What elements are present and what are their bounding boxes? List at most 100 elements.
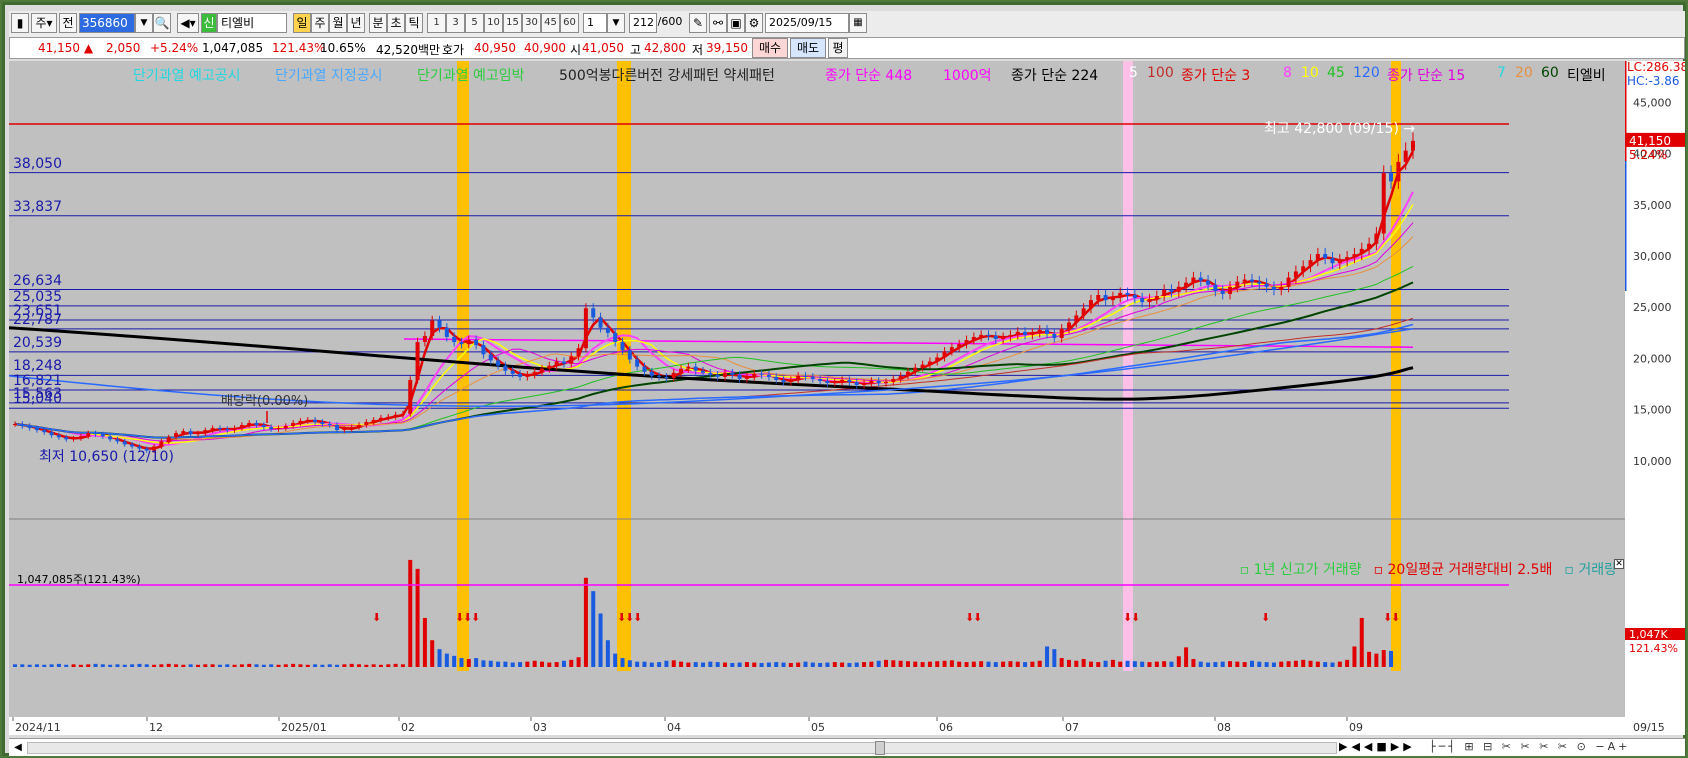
save-icon[interactable]: ▣ xyxy=(727,13,745,33)
candle xyxy=(935,357,940,362)
volume-bar xyxy=(744,662,749,667)
volume-bar xyxy=(1249,660,1254,667)
volume-bar xyxy=(620,658,625,667)
interval-3-button[interactable]: 3 xyxy=(446,13,465,33)
playback-controls[interactable]: ▶◀◀■▶▶ xyxy=(1339,740,1416,753)
buy-button[interactable]: 매수 xyxy=(752,38,788,58)
tab-year[interactable]: 년 xyxy=(347,13,365,33)
volume-signal-arrow: ⬇ xyxy=(372,611,381,624)
tab-minute[interactable]: 분 xyxy=(369,13,387,33)
candle xyxy=(1374,233,1379,244)
scrollbar[interactable]: ◀ ▶◀◀■▶▶ ├─┤ ⊞ ⊟ ✂ ✂ ✂ ✂ ⊙ −A+ xyxy=(9,738,1685,756)
date-input[interactable]: 2025/09/15 xyxy=(765,13,849,33)
scroll-track[interactable] xyxy=(27,742,1337,754)
stock-code-input[interactable]: 356860 xyxy=(79,13,135,33)
settings-icon[interactable]: ⚙ xyxy=(745,13,763,33)
volume-bar xyxy=(408,559,413,667)
calendar-icon[interactable]: ▦ xyxy=(849,13,867,33)
volume-bar xyxy=(774,662,779,667)
tab-week[interactable]: 주 xyxy=(311,13,329,33)
chart-icon[interactable]: ▮ xyxy=(11,13,29,33)
volume-signal-arrow: ⬇ xyxy=(471,611,480,624)
candle xyxy=(1001,336,1006,339)
volume-bar xyxy=(71,664,76,667)
candle xyxy=(979,334,984,337)
volume-bar xyxy=(1037,660,1042,667)
candle xyxy=(876,380,881,384)
volume-ratio: 121.43% xyxy=(272,41,326,55)
x-tick-label: 2025/01 xyxy=(281,721,327,734)
interval-dropdown-icon[interactable]: ▼ xyxy=(607,13,625,33)
speaker-icon[interactable]: ◀▾ xyxy=(177,13,199,33)
tab-day[interactable]: 일 xyxy=(293,13,311,33)
candle xyxy=(64,437,69,440)
tab-month[interactable]: 월 xyxy=(329,13,347,33)
volume-bar xyxy=(788,662,793,667)
volume-bar xyxy=(971,661,976,667)
legend-item: 종가 단순 15 xyxy=(1387,68,1466,84)
interval-15-button[interactable]: 15 xyxy=(503,13,522,33)
tab-tick[interactable]: 틱 xyxy=(405,13,423,33)
candle xyxy=(1206,280,1211,285)
legend-item: 60 xyxy=(1541,65,1559,81)
volume-bar xyxy=(20,664,25,667)
count-input[interactable]: 212 xyxy=(629,13,657,33)
stock-name-field[interactable]: 티엘비 xyxy=(217,13,287,33)
volume-bar xyxy=(1074,660,1079,667)
prefix-button[interactable]: 전 xyxy=(59,13,77,33)
market-select[interactable]: 주▾ xyxy=(31,13,57,33)
interval-10-button[interactable]: 10 xyxy=(484,13,503,33)
candle xyxy=(627,350,632,360)
candle xyxy=(927,361,932,365)
volume-bar xyxy=(803,661,808,667)
compare-tool-icon[interactable]: ⚯ xyxy=(709,13,727,33)
sell-button[interactable]: 매도 xyxy=(790,38,826,58)
volume-signal-arrow: ⬇ xyxy=(973,611,982,624)
candle xyxy=(313,419,318,422)
candle xyxy=(905,371,910,376)
dropdown-icon[interactable]: ▼ xyxy=(135,13,153,33)
candle xyxy=(452,336,457,343)
candle xyxy=(1352,254,1357,258)
candle xyxy=(254,422,259,425)
average-button[interactable]: 평 xyxy=(828,38,848,58)
interval-45-button[interactable]: 45 xyxy=(541,13,560,33)
candle xyxy=(788,379,793,382)
candle xyxy=(481,345,486,355)
axis-svg: LC:286.38HC:-3.8645,00040,00035,00030,00… xyxy=(1623,60,1688,655)
candle xyxy=(1191,277,1196,283)
interval-60-button[interactable]: 60 xyxy=(560,13,579,33)
candle xyxy=(13,423,17,425)
chart-area[interactable]: ⬇ ⬇ ⬇ ⬇ ⬇ ⬇ ⬇ ⬇ ⬇ ⬇ ⬇ ⬇ ⬇ ⬇ 최고 42,800 (09/15) → 최저 10,6… xyxy=(8,61,1625,717)
interval-30-button[interactable]: 30 xyxy=(522,13,541,33)
interval-1-button[interactable]: 1 xyxy=(427,13,446,33)
volume-bar xyxy=(664,660,669,667)
candle xyxy=(430,320,435,336)
zoom-controls[interactable]: ├─┤ ⊞ ⊟ ✂ ✂ ✂ ✂ ⊙ −A+ xyxy=(1429,740,1630,753)
candle xyxy=(1213,284,1218,291)
candle xyxy=(34,428,39,431)
scroll-left-icon[interactable]: ◀ xyxy=(11,741,25,755)
candle xyxy=(993,335,998,339)
candle xyxy=(766,374,771,377)
volume-bar xyxy=(832,662,837,667)
candle xyxy=(71,438,76,440)
scroll-thumb[interactable] xyxy=(875,741,885,755)
cursor-tool-icon[interactable]: ✎ xyxy=(689,13,707,33)
interval-input[interactable]: 1 xyxy=(583,13,607,33)
x-tick-label: 03 xyxy=(533,721,547,734)
volume-bar xyxy=(291,663,296,667)
search-icon[interactable]: 🔍 xyxy=(153,13,171,33)
interval-5-button[interactable]: 5 xyxy=(465,13,484,33)
x-tick-label: 12 xyxy=(149,721,163,734)
candle xyxy=(1279,286,1284,290)
axis-tick-label: 25,000 xyxy=(1633,301,1672,314)
volume-bar xyxy=(78,664,83,667)
candle xyxy=(510,370,515,374)
ma-224-line xyxy=(8,326,1414,401)
legend-item: 100 xyxy=(1147,65,1174,81)
close-pane-icon[interactable]: ✕ xyxy=(1614,559,1624,569)
ask-price: 40,950 xyxy=(474,41,516,55)
volume-bar xyxy=(862,662,867,667)
tab-second[interactable]: 초 xyxy=(387,13,405,33)
